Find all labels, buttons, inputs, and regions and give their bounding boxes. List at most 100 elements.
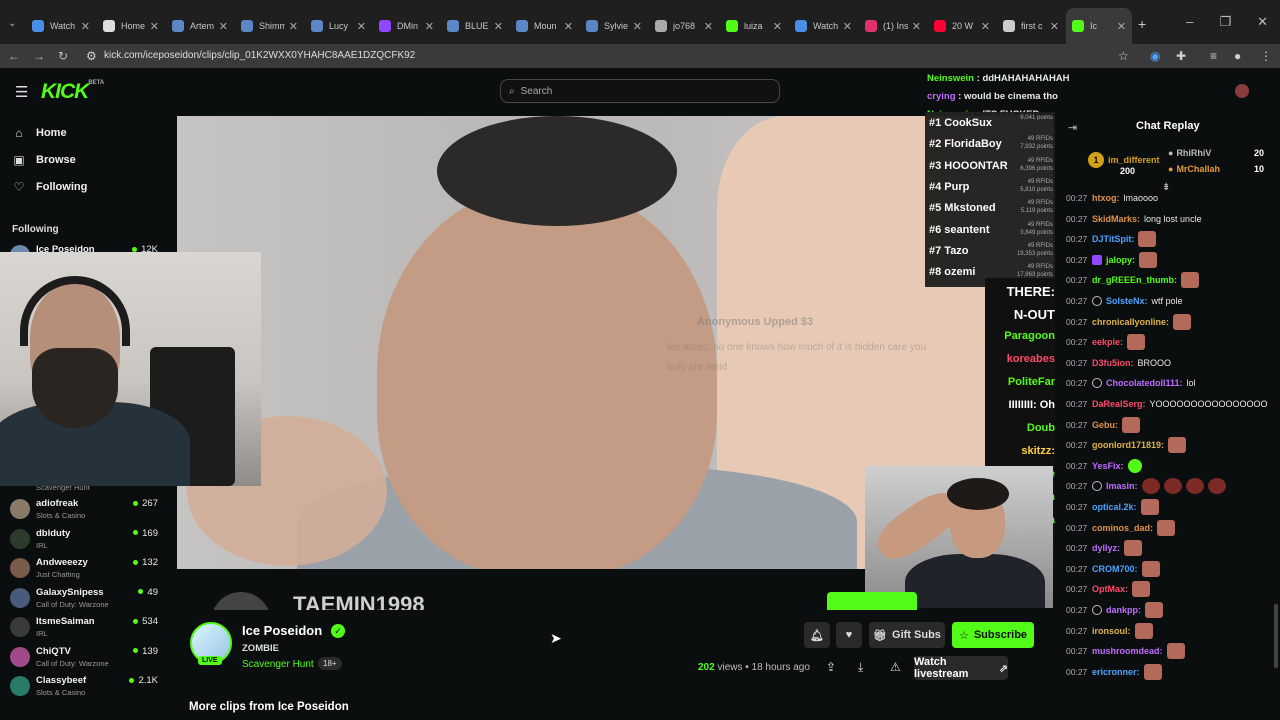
top-gifter[interactable]: 1 im_different 200 [1088,152,1160,176]
site-info-icon[interactable]: ⚙ [86,49,97,63]
kick-logo[interactable]: KICKBETA [41,80,104,104]
url-field[interactable]: kick.com/iceposeidon/clips/clip_01K2WXX0… [104,50,415,61]
channel-name[interactable]: Ice Poseidon [242,623,322,638]
browser-tab[interactable]: jo768 ✕ [649,8,719,44]
browser-tab[interactable]: Lucy ✕ [305,8,372,44]
chat-scrollbar[interactable] [1274,604,1278,668]
chat-username[interactable]: eekpie: [1092,337,1123,347]
browser-tab[interactable]: Sylvie ✕ [580,8,648,44]
tab-close-icon[interactable]: ✕ [912,20,921,33]
new-tab-button[interactable]: + [1138,16,1146,32]
chat-username[interactable]: cominos_dad: [1092,523,1153,533]
browser-tab[interactable]: Home ✕ [97,8,165,44]
bookmark-star-icon[interactable]: ☆ [1118,49,1129,63]
follow-heart-button[interactable]: ♥ [836,622,862,648]
tab-close-icon[interactable]: ✕ [357,20,366,33]
maximize-icon[interactable]: ❐ [1219,14,1231,30]
gift-subs-button[interactable]: 🎁︎ Gift Subs [869,622,945,648]
category-link[interactable]: Scavenger Hunt [242,659,314,670]
chat-username[interactable]: D3fu5ion: [1092,358,1134,368]
tab-close-icon[interactable]: ✕ [425,20,434,33]
chat-username[interactable]: dr_gREEEn_thumb: [1092,275,1177,285]
sidebar-channel[interactable]: ChiQTV Call of Duty: Warzone 139 [10,644,170,672]
tab-search-icon[interactable]: ⌄ [8,18,16,29]
chat-username[interactable]: mushroomdead: [1092,646,1163,656]
tab-close-icon[interactable]: ✕ [219,20,228,33]
close-window-icon[interactable]: ✕ [1257,14,1268,30]
chat-username[interactable]: SkidMarks: [1092,214,1140,224]
extensions-puzzle-icon[interactable]: ✚ [1176,49,1186,63]
media-controls-icon[interactable]: ≡ [1210,49,1217,63]
chat-username[interactable]: SolsteNx: [1106,296,1148,306]
tab-close-icon[interactable]: ✕ [81,20,90,33]
sidebar-item-following[interactable]: ♡ Following [12,180,88,194]
tab-close-icon[interactable]: ✕ [981,20,990,33]
sidebar-item-browse[interactable]: ▣ Browse [12,153,75,167]
chat-username[interactable]: chronicallyonline: [1092,317,1169,327]
sidebar-item-home[interactable]: ⌂ Home [12,126,66,140]
browser-tab[interactable]: Moun ✕ [510,8,579,44]
tab-close-icon[interactable]: ✕ [843,20,852,33]
subscribe-button[interactable]: ☆ Subscribe [952,622,1034,648]
sidebar-channel[interactable]: dblduty IRL 169 [10,526,170,554]
browser-tab[interactable]: Shimm ✕ [235,8,304,44]
tab-close-icon[interactable]: ✕ [289,20,298,33]
sidebar-channel[interactable]: adiofreak Slots & Casino 267 [10,496,170,524]
browser-tab[interactable]: Watch ✕ [26,8,96,44]
chat-username[interactable]: optical.2k: [1092,502,1137,512]
browser-tab[interactable]: 20 W ✕ [928,8,996,44]
browser-tab[interactable]: BLUE ✕ [441,8,509,44]
chat-username[interactable]: dyllyz: [1092,543,1120,553]
sidebar-channel[interactable]: GalaxySnipess Call of Duty: Warzone 49 [10,585,170,613]
chat-username[interactable]: OptMax: [1092,584,1128,594]
profile-icon[interactable]: ● [1234,49,1241,63]
search-input[interactable]: ⌕ Search [500,79,780,103]
hamburger-menu-icon[interactable]: ☰ [15,83,28,101]
tab-close-icon[interactable]: ✕ [494,20,503,33]
chat-username[interactable]: DaRealSerg: [1092,399,1146,409]
chat-username[interactable]: ericronner: [1092,667,1140,677]
download-icon[interactable]: ⤓ [858,660,863,675]
tab-close-icon[interactable]: ✕ [773,20,782,33]
top-gifter[interactable]: ● RhiRhiV 20 [1168,148,1264,158]
chat-username[interactable]: YesFix: [1092,461,1124,471]
chat-username[interactable]: Chocolatedoll111: [1106,378,1183,388]
chat-username[interactable]: jalopy: [1106,255,1135,265]
chat-username[interactable]: ironsoul: [1092,626,1131,636]
chat-username[interactable]: dankpp: [1106,605,1141,615]
tab-close-icon[interactable]: ✕ [633,20,642,33]
chat-username[interactable]: Imasin: [1106,481,1138,491]
browser-tab[interactable]: luiza ✕ [720,8,788,44]
notification-bell-button[interactable]: 🔔︎ [804,622,830,648]
minimize-icon[interactable]: – [1186,14,1193,30]
reload-icon[interactable]: ↻ [52,49,74,63]
watch-livestream-button[interactable]: Watch livestream ⇗ [914,656,1008,680]
tab-close-icon[interactable]: ✕ [150,20,159,33]
sidebar-channel[interactable]: ItsmeSaiman IRL 534 [10,614,170,642]
chat-username[interactable]: Gebu: [1092,420,1118,430]
tab-close-icon[interactable]: ✕ [1050,20,1059,33]
tab-close-icon[interactable]: ✕ [564,20,573,33]
tab-close-icon[interactable]: ✕ [704,20,713,33]
report-icon[interactable]: ⚠ [890,660,901,674]
pin-icon[interactable]: ⇟ [1162,182,1170,193]
share-icon[interactable]: ⇪ [826,660,836,674]
chat-username[interactable]: goonlord171819: [1092,440,1164,450]
browser-tab[interactable]: Artem ✕ [166,8,234,44]
collapse-chat-icon[interactable]: ⇥ [1068,121,1077,134]
sidebar-channel[interactable]: Classybeef Slots & Casino 2.1K [10,673,170,701]
tab-close-icon[interactable]: ✕ [1117,20,1126,33]
top-gifter[interactable]: ● MrChallah 10 [1168,164,1264,174]
chat-username[interactable]: htxog: [1092,193,1120,203]
back-icon[interactable]: ← [3,49,25,63]
browser-tab[interactable]: DMin ✕ [373,8,440,44]
chat-username[interactable]: CROM700: [1092,564,1138,574]
browser-tab[interactable]: first c ✕ [997,8,1065,44]
menu-kebab-icon[interactable]: ⋮ [1260,49,1272,63]
user-avatar[interactable] [1235,84,1249,98]
browser-tab[interactable]: (1) Ins ✕ [859,8,927,44]
browser-tab[interactable]: Ic ✕ [1066,8,1132,44]
extension-icon[interactable]: ◉ [1150,49,1160,63]
sidebar-channel[interactable]: Andweeezy Just Chatting 132 [10,555,170,583]
forward-icon[interactable]: → [28,49,50,63]
